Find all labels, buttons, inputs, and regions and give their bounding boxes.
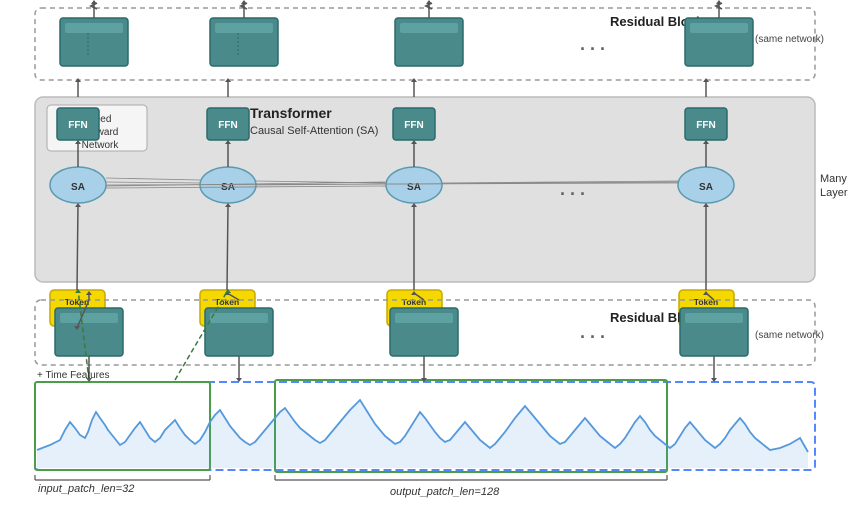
svg-text:+ PE: + PE — [218, 310, 237, 320]
svg-text:Token: Token — [65, 297, 89, 307]
svg-text:output_patch_len=128: output_patch_len=128 — [390, 486, 500, 498]
svg-text:Token: Token — [694, 297, 718, 307]
svg-text:+ PE: + PE — [697, 310, 716, 320]
svg-text:(same network): (same network) — [755, 330, 824, 341]
svg-text:FFN: FFN — [404, 120, 423, 131]
svg-text:Token: Token — [402, 297, 426, 307]
svg-text:+ PE: + PE — [68, 310, 87, 320]
diagram-container: Residual Block (same network) . . . — [0, 0, 848, 514]
svg-text:+ PE: + PE — [405, 310, 424, 320]
svg-text:Forward: Forward — [82, 127, 119, 138]
svg-text:Layers: Layers — [820, 187, 848, 199]
svg-text:Many: Many — [820, 173, 847, 185]
svg-text:+ Time Features: + Time Features — [37, 370, 110, 381]
top-same-network-label: (same network) — [755, 34, 824, 45]
svg-text:SA: SA — [407, 182, 421, 193]
svg-text:SA: SA — [699, 182, 713, 193]
main-diagram-svg: Residual Block (same network) . . . — [0, 0, 848, 514]
svg-text:Token: Token — [215, 297, 239, 307]
svg-text:Residual Block: Residual Block — [610, 310, 704, 325]
svg-text:SA: SA — [71, 182, 85, 193]
svg-text:FFN: FFN — [68, 120, 87, 131]
svg-text:input_patch_len=32: input_patch_len=32 — [38, 483, 134, 495]
svg-text:FFN: FFN — [696, 120, 715, 131]
svg-text:. . .: . . . — [580, 34, 605, 54]
svg-text:. . .: . . . — [560, 179, 585, 199]
svg-text:Feed: Feed — [89, 114, 112, 125]
svg-text:Causal Self-Attention (SA): Causal Self-Attention (SA) — [250, 125, 378, 137]
svg-text:Transformer: Transformer — [250, 105, 332, 121]
top-residual-label: Residual Block — [610, 14, 704, 29]
svg-text:Network: Network — [82, 140, 120, 151]
svg-text:SA: SA — [221, 182, 235, 193]
svg-text:FFN: FFN — [218, 120, 237, 131]
svg-text:. . .: . . . — [580, 322, 605, 342]
